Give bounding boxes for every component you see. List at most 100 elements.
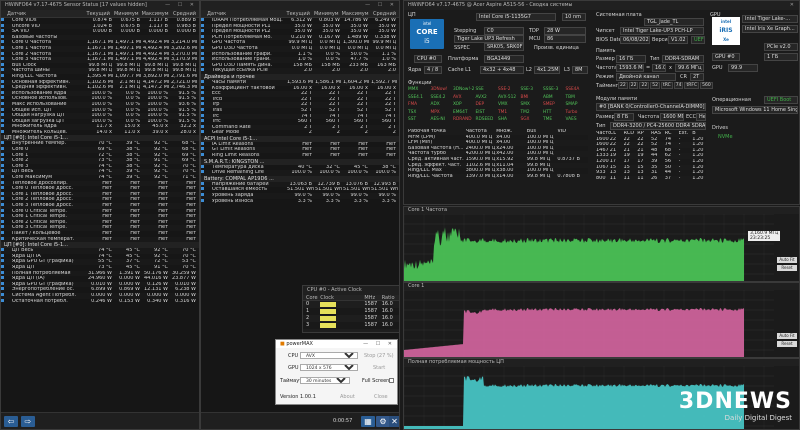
sensor-icon xyxy=(1,45,4,49)
column-header[interactable]: Минимум xyxy=(313,10,342,17)
powermax-window-controls[interactable]: — ☐ ✕ xyxy=(363,340,395,348)
ops-cell: x14.00 xyxy=(496,173,514,179)
mem-clock-label: Частота xyxy=(596,65,618,71)
core-mhz: 1587 xyxy=(364,322,378,328)
stop-button[interactable]: Stop (27 %) xyxy=(364,353,394,359)
sensor-value: 2.0 xyxy=(388,68,396,74)
summary-window-controls[interactable]: ✕ xyxy=(790,1,797,10)
auto-fit-button-1[interactable]: Auto Fit xyxy=(777,257,797,263)
sensor-value: 11.0 x xyxy=(124,129,140,135)
close-icon[interactable]: ✕ xyxy=(389,416,399,427)
fullscreen-checkbox[interactable] xyxy=(389,378,394,383)
gpu-bus: PCIe v2.0 xyxy=(764,43,798,51)
window-controls[interactable]: — ☐ ✕ xyxy=(165,1,197,10)
column-header[interactable]: Текущий xyxy=(284,10,313,17)
col-core: Core xyxy=(306,295,318,300)
powermax-title: ■ powerMAX — ☐ ✕ xyxy=(276,340,397,348)
bios-label: BIOS Date xyxy=(596,37,622,43)
sensor-row[interactable]: Ring Limit Reasons Нет Нет Нет Нет xyxy=(201,153,399,159)
settings-icon[interactable]: ⚙ xyxy=(376,416,390,427)
core-ratio: 16.0 xyxy=(381,315,393,321)
gpu-select[interactable]: GPU #0 xyxy=(712,53,740,61)
core-clock-window[interactable]: CPU #0 - Active Clock Core Clock MHz Rat… xyxy=(302,285,400,333)
l2-label: L2 xyxy=(526,67,532,73)
column-header[interactable]: Датчик xyxy=(1,10,84,17)
graph-area xyxy=(404,308,744,357)
sensor-value: 2.0 xyxy=(360,68,368,74)
close-button[interactable]: Close xyxy=(374,394,388,400)
sensor-row[interactable]: Остаточная потребл. 0.246 W 0.153 W 0.340 W… xyxy=(1,298,199,305)
ecc-label: ECC xyxy=(686,114,697,120)
cores-value: 4 / 8 xyxy=(424,66,442,74)
sensor-icon xyxy=(1,158,4,162)
cr-label: CR xyxy=(680,74,687,80)
column-header[interactable]: Максимум xyxy=(342,10,371,17)
l3-label: L3 xyxy=(564,67,570,73)
mem-mode-label: Режим xyxy=(596,74,614,80)
mod-clock-label: Частота xyxy=(638,114,660,120)
gpu-subname: Intel Iris Xe Graph... xyxy=(742,25,798,33)
column-header[interactable]: Средний xyxy=(170,10,199,17)
column-header[interactable]: Датчик xyxy=(201,10,284,17)
graph-window-2[interactable]: Core 1 Auto Fit Reset xyxy=(403,282,800,358)
powermax-window[interactable]: ■ powerMAX — ☐ ✕ CPU AVX Stop (27 %) GPU … xyxy=(275,339,398,405)
about-button[interactable]: About xyxy=(340,394,355,400)
watermark-main: 3DNEWS xyxy=(678,389,792,414)
reset-button-2[interactable]: Reset xyxy=(777,341,797,347)
drive-item[interactable]: NVMe xyxy=(718,134,733,140)
col-mhz: MHz xyxy=(364,295,376,300)
memory-timings-table: ЧастотаCLRCDRPRASRCExt.В16002222225274-1… xyxy=(596,131,706,181)
start-button[interactable]: Start xyxy=(373,365,385,371)
elapsed-time: 0:00:57 xyxy=(333,418,353,424)
sensor-window-title-2: — ☐ ✕ xyxy=(201,1,399,10)
graph-window-1[interactable]: Core 1 Частота 3,160.9 МГц 23:23:25 Auto … xyxy=(403,206,800,282)
window-controls-2[interactable]: — ☐ ✕ xyxy=(365,1,397,10)
timing-value: 22 xyxy=(639,82,650,89)
gpu-select[interactable]: 1024 x 576 xyxy=(300,364,358,371)
feature-flag: XOP xyxy=(453,102,462,108)
sensor-value: 100.0 % xyxy=(347,170,368,176)
column-header[interactable]: Средний xyxy=(370,10,399,17)
column-header[interactable]: Максимум xyxy=(142,10,171,17)
timing-value: 22 xyxy=(618,82,628,89)
mem-x: x xyxy=(669,65,672,71)
cpu-select[interactable]: AVX xyxy=(300,352,358,359)
sensor-icon xyxy=(201,51,204,55)
feature-flag: SGX xyxy=(520,117,530,123)
report-icon[interactable]: ▦ xyxy=(361,416,375,427)
sensor-window-left[interactable]: HWiNFO64 v7.17-4675 Sensor Status [17 va… xyxy=(0,0,200,430)
sensor-icon xyxy=(1,40,4,44)
mod-type-label: Тип xyxy=(596,123,606,129)
column-header[interactable]: Минимум xyxy=(113,10,142,17)
l2-value: 4x1.25M xyxy=(534,66,560,74)
graph-title-1: Core 1 Частота xyxy=(404,207,799,214)
mod-size-label: Размер xyxy=(596,114,615,120)
sensor-value: Нет xyxy=(302,153,312,159)
reset-button-1[interactable]: Reset xyxy=(777,265,797,271)
sensor-icon xyxy=(1,96,4,100)
mcu-label: MCU xyxy=(529,36,541,42)
modules-label: Модули памяти xyxy=(596,96,638,102)
timeout-select[interactable]: 30 minutes xyxy=(300,377,350,384)
arrow-right-icon[interactable]: ⇨ xyxy=(21,416,35,427)
cpu-section-title: ЦП xyxy=(408,12,416,18)
sensor-value: 3.3 % xyxy=(353,198,368,204)
features-grid: MMX 3DNow! 3DNow!-2 SSE SSE-2 SSE-3 SSSE-3 SSE4… xyxy=(408,87,588,125)
sensor-icon xyxy=(1,163,4,167)
system-summary-window[interactable]: HWiNFO64 v7.17-4675 @ Acer Aspire A515-5… xyxy=(403,0,800,205)
sensor-icon xyxy=(201,153,204,157)
tdp-value: 28 W xyxy=(544,27,586,35)
arrow-left-icon[interactable]: ⇦ xyxy=(4,416,18,427)
auto-fit-button-2[interactable]: Auto Fit xyxy=(777,333,797,339)
core-index: 1 xyxy=(306,308,310,314)
column-header[interactable]: Текущий xyxy=(84,10,113,17)
memory-module-select[interactable]: #0 [BANK 0/Controller0-ChannelA-DIMM0]: … xyxy=(596,103,706,111)
sensor-row[interactable]: Уровень износа 3.3 % 3.3 % 3.3 % 3.3 % xyxy=(201,198,399,205)
sensor-icon xyxy=(201,85,204,89)
cpu-select[interactable]: CPU #0 xyxy=(414,55,442,63)
sensor-icon xyxy=(1,236,4,240)
codename: Tiger Lake UP3 Refresh xyxy=(454,35,524,43)
gpu-name: Intel Tiger Lake-... xyxy=(742,15,798,23)
sensor-icon xyxy=(1,129,4,133)
sensor-value: 0.340 W xyxy=(147,298,168,304)
